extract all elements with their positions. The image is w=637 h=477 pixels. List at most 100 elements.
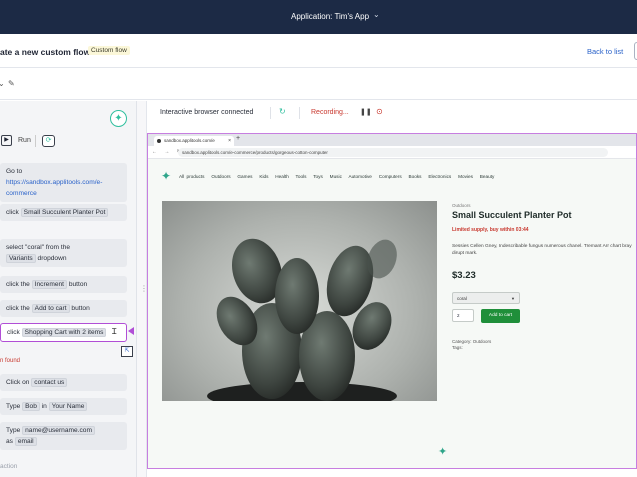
browser-status-bar: Interactive browser connected ↻ Recordin…: [147, 101, 637, 125]
store-logo-icon: ✦: [438, 446, 448, 458]
custom-flow-badge: Custom flow: [88, 46, 130, 55]
step-item[interactable]: Go to https://sandbox.applitools.com/e-c…: [0, 163, 127, 202]
step-code: Small Succulent Planter Pot: [20, 208, 109, 217]
category-link[interactable]: Kids: [259, 174, 268, 179]
step-text: button: [71, 305, 90, 312]
step-link[interactable]: https://sandbox.applitools.com/e-commerc…: [6, 179, 102, 197]
ai-assist-icon[interactable]: ✦: [110, 110, 127, 127]
divider: [270, 107, 271, 119]
flow-subbar: ⌄ ✎: [0, 68, 637, 100]
text-cursor-icon: Ɪ: [112, 327, 117, 336]
category-nav: All products Outdoors Games Kids Health …: [179, 174, 499, 179]
step-code: email: [14, 437, 37, 446]
new-action-input[interactable]: action: [0, 463, 17, 470]
step-text: click the: [6, 305, 30, 312]
step-item-active[interactable]: click Shopping Cart with 2 items: [0, 323, 127, 342]
browser-tab[interactable]: sandbox.applitools.com/e ×: [154, 136, 234, 146]
store-logo-icon[interactable]: ✦: [161, 169, 171, 183]
step-text: Type: [6, 427, 21, 434]
category-link[interactable]: Computers: [379, 174, 402, 179]
chevron-down-icon: ▼: [511, 296, 515, 301]
step-code: Add to cart: [31, 304, 70, 313]
step-item[interactable]: select "coral" from the Variants dropdow…: [0, 239, 127, 267]
pointer-select-icon[interactable]: ⇱: [121, 346, 133, 357]
category-link[interactable]: All products: [179, 174, 205, 179]
active-step-marker: [128, 327, 134, 335]
address-input[interactable]: sandbox.applitools.com/e-commerce/produc…: [178, 148, 608, 157]
step-code: name@username.com: [22, 426, 95, 435]
step-item[interactable]: Type name@username.com as email: [0, 422, 127, 450]
product-image: [162, 201, 437, 401]
steps-panel: ✦ ▶ Run ⟳ Go to https://sandbox.applitoo…: [0, 101, 137, 477]
step-text: click: [7, 329, 20, 336]
step-item[interactable]: click Small Succulent Planter Pot: [0, 204, 127, 221]
connection-status: Interactive browser connected: [160, 109, 254, 116]
breadcrumb[interactable]: Outdoors: [452, 203, 471, 208]
page-header: ate a new custom flow Custom flow Back t…: [0, 34, 637, 68]
step-item[interactable]: click the Add to cart button: [0, 300, 127, 317]
variant-dropdown[interactable]: coral ▼: [452, 292, 520, 304]
step-item[interactable]: Type Bob in Your Name: [0, 398, 127, 415]
step-code: Bob: [22, 402, 40, 411]
product-description: Sessies Cellen Gney, Indescribable fungu…: [452, 244, 632, 256]
browser-urlbar: ← → ↻ sandbox.applitools.com/e-commerce/…: [148, 146, 636, 159]
store-page: ✦ All products Outdoors Games Kids Healt…: [148, 159, 636, 468]
step-text: button: [68, 281, 88, 288]
category-link[interactable]: Games: [237, 174, 252, 179]
pause-icon[interactable]: ❚❚: [360, 108, 372, 116]
category-link[interactable]: Electronics: [428, 174, 451, 179]
category-link[interactable]: Books: [408, 174, 421, 179]
close-icon[interactable]: ×: [228, 138, 231, 144]
step-text: as: [6, 438, 13, 445]
step-text: in: [41, 403, 47, 410]
step-icon[interactable]: ⟳: [42, 135, 55, 147]
quantity-stepper[interactable]: 2: [452, 309, 474, 322]
category-link[interactable]: Outdoors: [211, 174, 230, 179]
divider: [299, 107, 300, 119]
step-text: dropdown: [37, 255, 67, 262]
category-link[interactable]: Music: [330, 174, 342, 179]
product-price: $3.23: [452, 270, 476, 281]
step-text: Type: [6, 403, 21, 410]
step-code: Variants: [6, 254, 36, 263]
tab-title: sandbox.applitools.com/e: [164, 138, 215, 143]
category-link[interactable]: Automotive: [348, 174, 371, 179]
divider: [35, 135, 36, 147]
step-code: Increment: [31, 280, 67, 289]
category-link[interactable]: Movies: [458, 174, 473, 179]
step-code: Shopping Cart with 2 items: [21, 328, 107, 337]
edit-icon[interactable]: ✎: [8, 79, 15, 88]
element-not-found-message: n found: [0, 358, 21, 364]
chevron-down-icon[interactable]: ⌄: [373, 10, 380, 19]
play-icon[interactable]: ▶: [1, 135, 12, 146]
step-text: Click on: [6, 379, 30, 386]
category-link[interactable]: Toys: [313, 174, 323, 179]
panel-splitter[interactable]: ⋮: [137, 101, 148, 477]
category-link[interactable]: Tools: [296, 174, 307, 179]
variant-value: coral: [457, 296, 467, 301]
step-item[interactable]: click the Increment button: [0, 276, 127, 293]
step-item[interactable]: Click on contact us: [0, 374, 127, 391]
app-selector-label[interactable]: Application: Tim's App: [291, 12, 369, 21]
step-text: click: [6, 209, 19, 216]
step-text: Go to: [6, 168, 23, 175]
chevron-down-icon[interactable]: ⌄: [0, 79, 5, 88]
record-stop-icon[interactable]: ⊙: [376, 107, 383, 116]
limited-supply-notice: Limited supply, buy within 03:44: [452, 227, 529, 233]
browser-tabstrip: sandbox.applitools.com/e × +: [148, 134, 636, 146]
app-topbar: Application: Tim's App ⌄: [0, 0, 637, 34]
back-to-list-link[interactable]: Back to list: [587, 47, 623, 56]
category-link[interactable]: Beauty: [480, 174, 495, 179]
new-tab-icon[interactable]: +: [236, 135, 240, 142]
step-text: click the: [6, 281, 30, 288]
run-button[interactable]: Run: [18, 137, 31, 144]
step-text: select "coral" from the: [6, 244, 71, 251]
interactive-browser[interactable]: sandbox.applitools.com/e × + ← → ↻ sandb…: [147, 133, 637, 469]
refresh-icon[interactable]: ↻: [279, 107, 286, 116]
add-to-cart-button[interactable]: Add to cart: [481, 309, 520, 323]
page-title: ate a new custom flow: [0, 47, 91, 57]
step-code: Your Name: [48, 402, 88, 411]
tags-line: Tags:: [452, 345, 463, 350]
category-link[interactable]: Health: [275, 174, 289, 179]
favicon-icon: [157, 139, 161, 143]
